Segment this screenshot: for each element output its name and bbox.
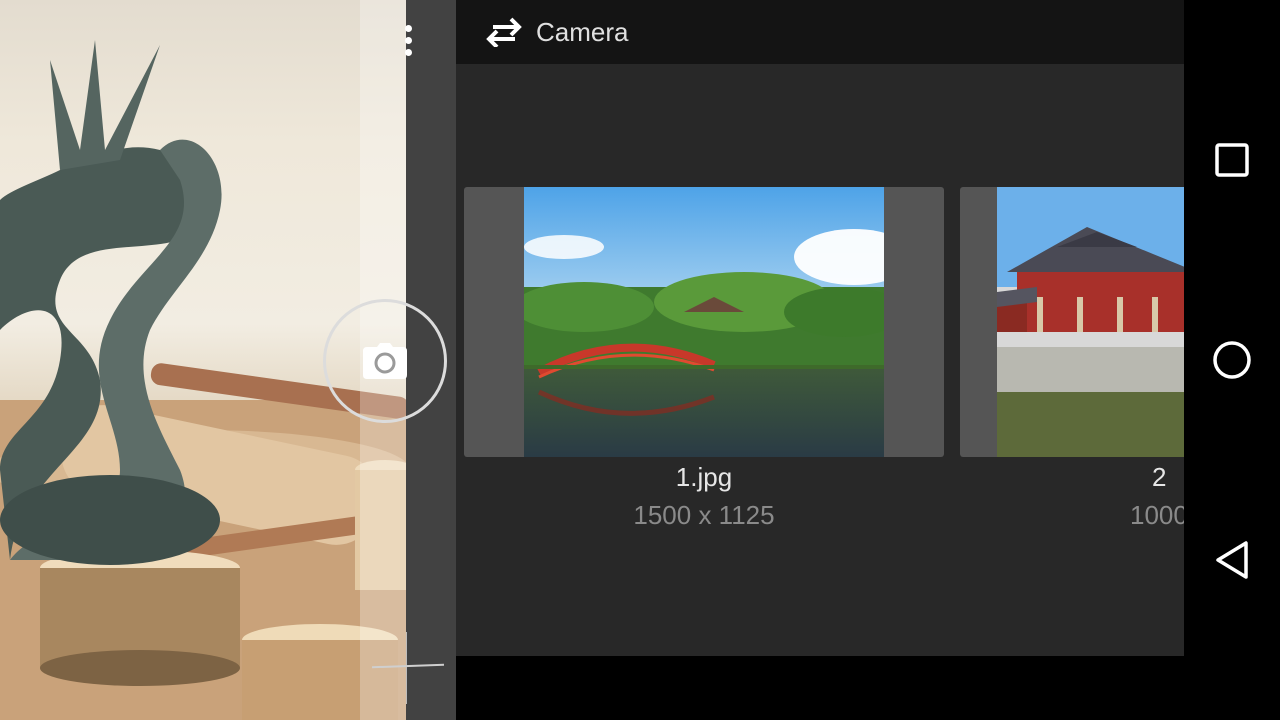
- thumbnail-image: [524, 187, 884, 457]
- camera-icon: [363, 343, 407, 379]
- gallery-item-name: 2: [1152, 462, 1167, 492]
- gallery-panel: Camera 1.jpg 1500 x 1125 2 1000: [456, 0, 1184, 656]
- gallery-item-name: 1.jpg: [675, 462, 733, 492]
- switch-source-button[interactable]: [482, 10, 526, 54]
- thumbnail-image: [997, 187, 1184, 457]
- back-button[interactable]: [1202, 530, 1262, 590]
- gallery-item-1[interactable]: [464, 187, 944, 457]
- gallery-toolbar: Camera: [456, 0, 1184, 64]
- toolbar-title: Camera: [536, 16, 629, 47]
- swap-horiz-icon: [486, 17, 522, 47]
- shutter-button[interactable]: [323, 299, 447, 423]
- gallery-item-2[interactable]: [960, 187, 1184, 457]
- recents-square-icon: [1215, 143, 1249, 177]
- system-navigation-bar: [1184, 0, 1280, 720]
- recents-button[interactable]: [1202, 130, 1262, 190]
- gallery-item-dimensions: 1000: [1130, 500, 1184, 530]
- back-triangle-icon: [1216, 541, 1248, 579]
- home-button[interactable]: [1202, 330, 1262, 390]
- more-options-button[interactable]: [392, 18, 424, 62]
- home-circle-icon: [1213, 341, 1251, 379]
- gallery-item-dimensions: 1500 x 1125: [633, 500, 775, 530]
- zoom-track: [406, 632, 407, 704]
- more-vert-icon: [404, 24, 412, 32]
